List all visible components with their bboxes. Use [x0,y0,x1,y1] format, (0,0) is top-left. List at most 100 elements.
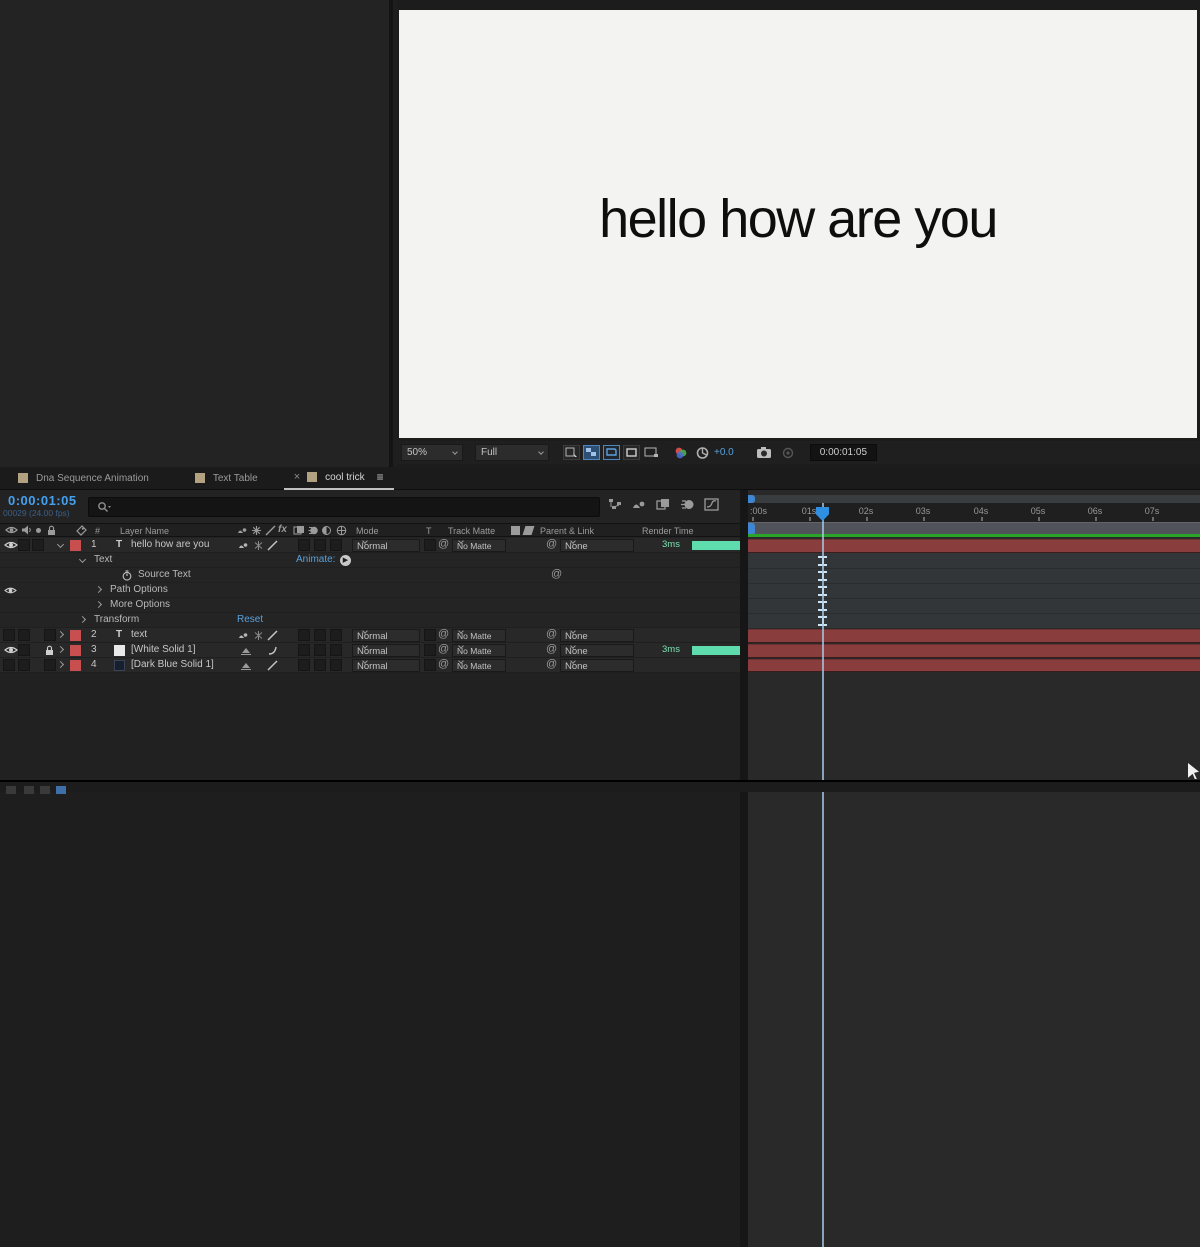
switch-cell[interactable] [298,644,310,656]
track-matte-dropdown[interactable]: No Matte [452,539,506,552]
layer-row-4[interactable]: 4 [Dark Blue Solid 1] Normal @ No Matte … [0,658,740,673]
lock-cell[interactable] [44,629,56,641]
quality-switch[interactable] [267,660,278,671]
video-cell[interactable] [3,659,15,671]
exposure-value[interactable]: +0.0 [714,447,734,458]
switch-cell[interactable] [298,539,310,551]
chevron-right-icon[interactable] [57,646,64,653]
blend-mode-dropdown[interactable]: Normal [352,644,420,657]
parent-link-column-header[interactable]: Parent & Link [540,526,594,536]
eye-icon[interactable] [4,540,18,550]
matte-pickwhip-icon[interactable]: @ [438,628,449,640]
motion-blur-icon[interactable] [680,498,695,511]
snapshot-camera-icon[interactable] [756,446,773,459]
property-name[interactable]: Transform [94,614,139,625]
layer-bar-2[interactable] [748,629,1200,643]
layer-row-2[interactable]: 2 T text Normal @ No Matte @ None [0,628,740,643]
label-color-swatch[interactable] [70,630,81,641]
chevron-down-icon[interactable] [79,556,86,563]
label-color-swatch[interactable] [70,645,81,656]
blend-mode-dropdown[interactable]: Normal [352,629,420,642]
layer-row-1[interactable]: 1 T hello how are you Normal @ No Matte … [0,538,740,553]
chevron-down-icon[interactable] [57,541,64,548]
track-matte-dropdown[interactable]: No Matte [452,644,506,657]
frame-blending-icon[interactable] [656,498,671,511]
lock-icon[interactable] [45,645,54,656]
track-matte-dropdown[interactable]: No Matte [452,629,506,642]
render-time-column-header[interactable]: Render Time [642,526,694,536]
panel-menu-icon[interactable]: ≡ [377,470,384,484]
parent-pickwhip-icon[interactable]: @ [546,538,557,550]
blend-mode-dropdown[interactable]: Normal [352,539,420,552]
exposure-icon[interactable] [695,446,710,460]
layer-name-column-header[interactable]: Layer Name [120,526,169,536]
show-snapshot-icon[interactable] [781,447,796,459]
tab-cool-trick[interactable]: × cool trick ≡ [284,467,394,490]
switch-cell[interactable] [298,659,310,671]
stopwatch-icon[interactable] [122,570,132,581]
chevron-right-icon[interactable] [95,601,102,608]
audio-cell[interactable] [18,644,30,656]
toggle-icon[interactable] [6,786,16,794]
chevron-right-icon[interactable] [57,631,64,638]
work-area-bar[interactable] [748,522,1200,534]
tab-dna-sequence-animation[interactable]: Dna Sequence Animation [8,467,159,490]
graph-editor-icon[interactable] [704,498,719,511]
property-name[interactable]: Source Text [138,569,191,580]
switch-cell[interactable] [314,539,326,551]
video-cell[interactable] [3,629,15,641]
label-color-swatch[interactable] [70,540,81,551]
layer-bar-3[interactable] [748,644,1200,658]
quality-switch[interactable] [267,540,278,551]
layer-name[interactable]: hello how are you [131,539,209,550]
toggle-icon[interactable] [24,786,34,794]
text-group-row[interactable]: Text Animate: ▶ [0,553,740,568]
parent-pickwhip-icon[interactable]: @ [546,628,557,640]
blend-mode-dropdown[interactable]: Normal [352,659,420,672]
property-name[interactable]: More Options [110,599,170,610]
close-icon[interactable]: × [294,471,300,483]
comp-text-layer[interactable]: hello how are you [399,188,1197,250]
transparency-grid-icon[interactable] [583,445,600,460]
current-timecode[interactable]: 0:00:01:05 [8,493,77,508]
eye-icon[interactable] [4,586,17,595]
layer-row-3[interactable]: 3 [White Solid 1] Normal @ No Matte @ No… [0,643,740,658]
matte-pickwhip-icon[interactable]: @ [438,538,449,550]
switch-cell[interactable] [330,644,342,656]
collapse-switch[interactable] [253,630,264,641]
switch-cell[interactable] [314,629,326,641]
transform-row[interactable]: Transform Reset [0,613,740,628]
layer-bar-1[interactable] [748,539,1200,553]
parent-dropdown[interactable]: None [560,659,634,672]
mode-column-header[interactable]: Mode [356,526,379,536]
toggle-icon[interactable] [56,786,66,794]
navigator-start-handle[interactable] [748,495,755,503]
parent-pickwhip-icon[interactable]: @ [546,658,557,670]
matte-pickwhip-icon[interactable]: @ [438,658,449,670]
audio-cell[interactable] [18,629,30,641]
chevron-right-icon[interactable] [57,661,64,668]
track-matte-dropdown[interactable]: No Matte [452,659,506,672]
animate-menu-button[interactable]: ▶ [340,555,351,566]
collapse-switch[interactable] [240,645,252,656]
layer-name[interactable]: [White Solid 1] [131,644,195,655]
toggle-icon[interactable] [40,786,50,794]
label-color-swatch[interactable] [70,660,81,671]
track-matte-toggle-cell[interactable] [424,539,436,551]
region-of-interest-icon[interactable] [603,445,620,460]
path-options-row[interactable]: Path Options [0,583,740,598]
switch-cell[interactable] [330,659,342,671]
quality-switch[interactable] [267,630,278,641]
collapse-switch[interactable] [253,540,264,551]
parent-dropdown[interactable]: None [560,539,634,552]
solo-cell[interactable] [32,539,44,551]
composition-canvas[interactable]: hello how are you [399,10,1197,438]
chevron-right-icon[interactable] [79,616,86,623]
grid-guide-options-icon[interactable] [563,445,580,460]
audio-cell[interactable] [18,539,30,551]
track-matte-column-header[interactable]: Track Matte [448,526,495,536]
audio-cell[interactable] [18,659,30,671]
switch-cell[interactable] [298,629,310,641]
mini-flowchart-icon[interactable] [608,498,623,511]
track-matte-toggle-cell[interactable] [424,644,436,656]
